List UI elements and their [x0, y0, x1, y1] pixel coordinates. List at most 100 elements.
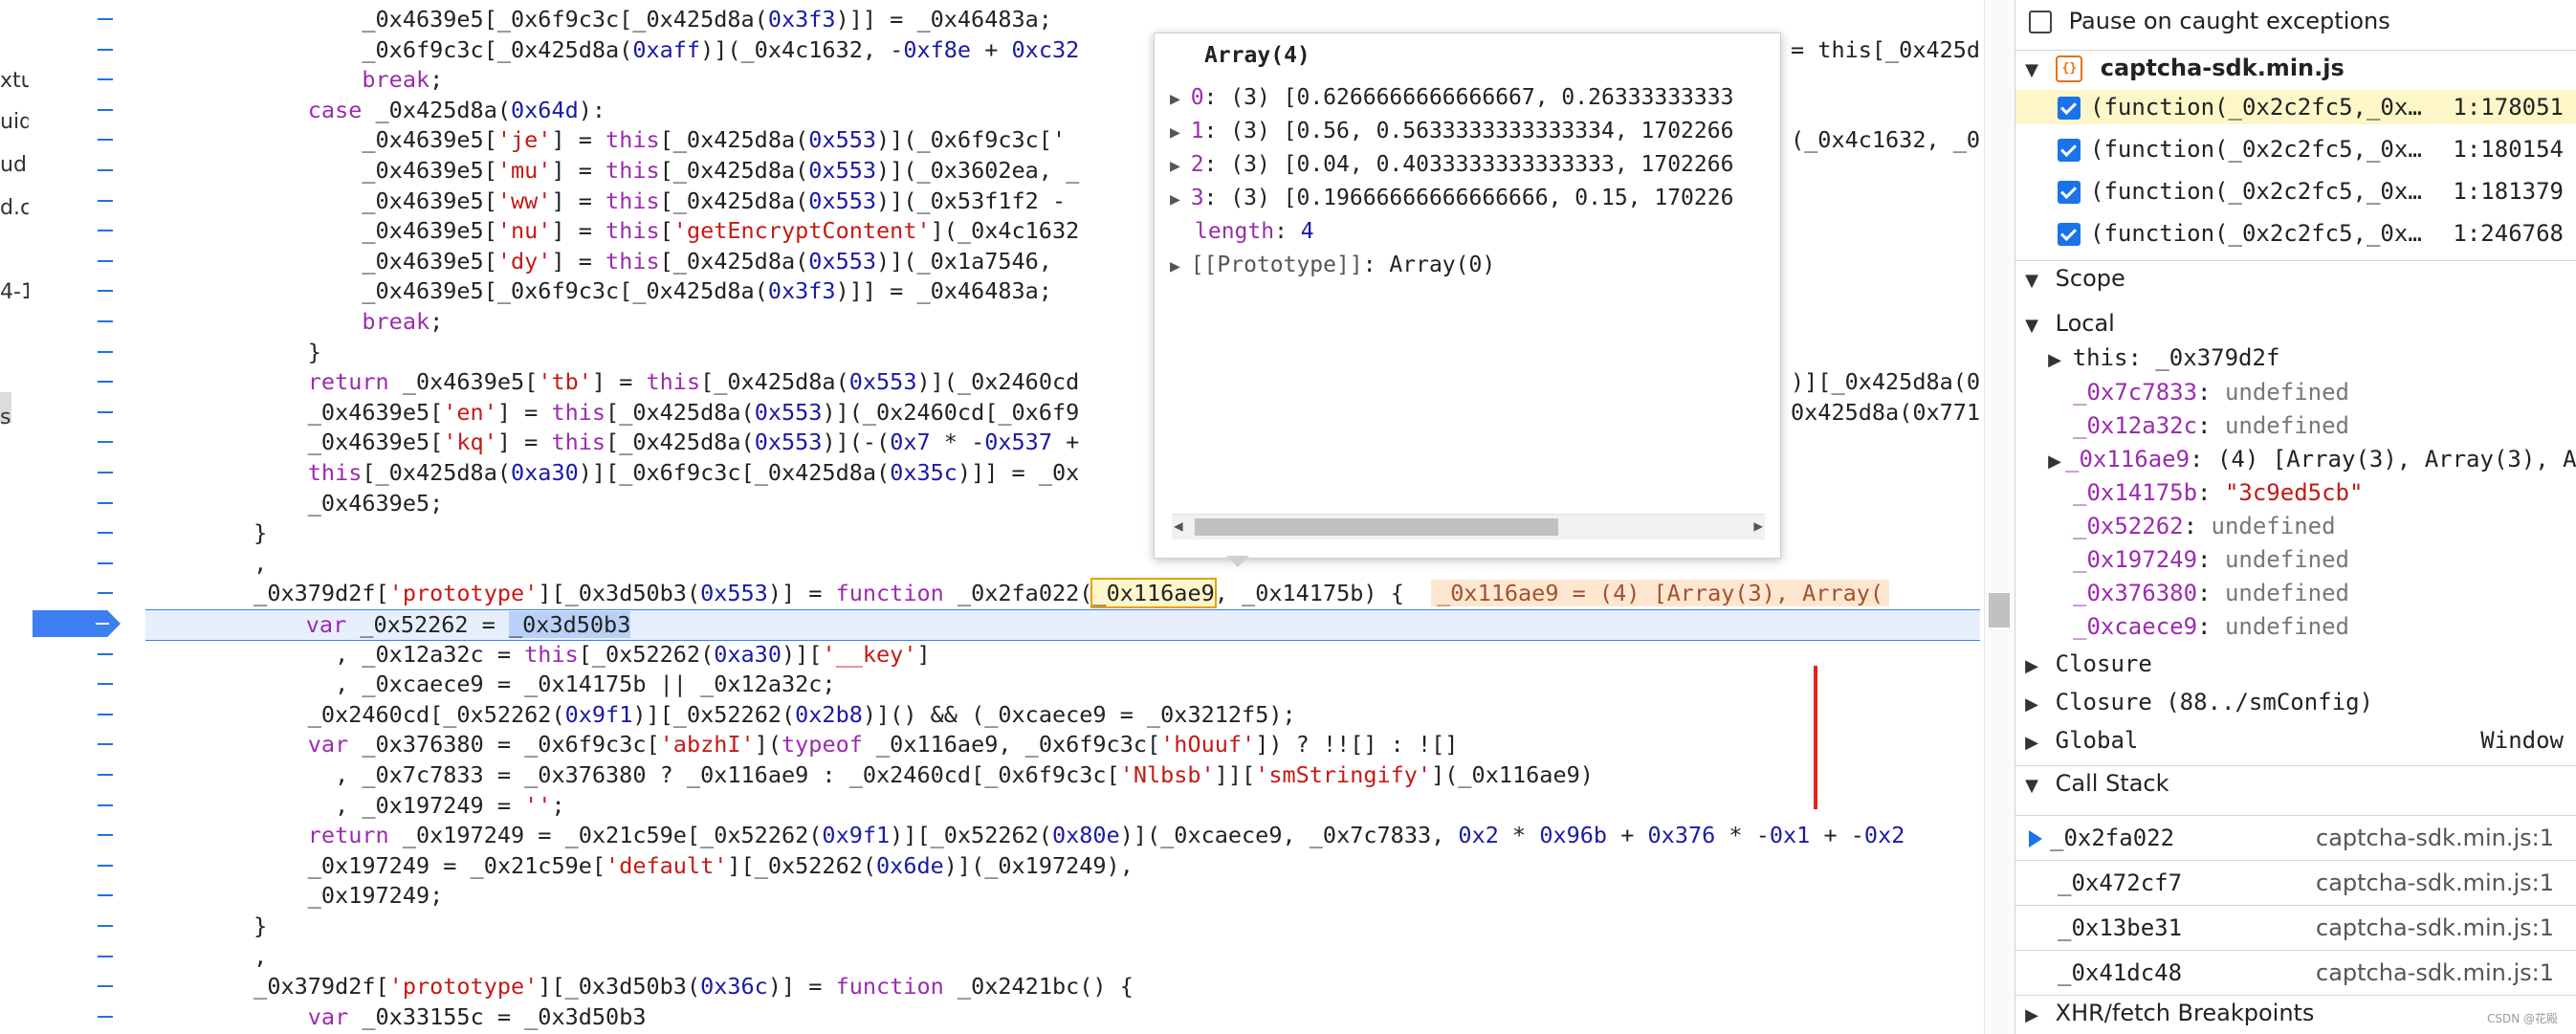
popup-horizontal-scrollbar[interactable]: ◀ ▶: [1172, 514, 1765, 539]
code-line[interactable]: var _0x376380 = _0x6f9c3c['abzhI'](typeo…: [145, 730, 1459, 759]
line-marker[interactable]: [98, 259, 113, 262]
code-line[interactable]: case _0x425d8a(0x64d):: [145, 96, 605, 125]
chevron-down-icon[interactable]: ▼: [2021, 54, 2042, 85]
code-line[interactable]: }: [145, 518, 267, 548]
line-marker[interactable]: [98, 410, 113, 413]
scroll-right-icon[interactable]: ▶: [1753, 517, 1763, 535]
file-tree-fragment[interactable]: uid: [0, 110, 33, 134]
code-line[interactable]: , _0xcaece9 = _0x14175b || _0x12a32c;: [145, 670, 836, 699]
scroll-left-icon[interactable]: ◀: [1174, 517, 1183, 535]
line-marker[interactable]: [98, 350, 113, 353]
code-line[interactable]: _0x4639e5['nu'] = this['getEncryptConten…: [145, 216, 1079, 246]
expand-triangle-icon[interactable]: ▶: [1170, 156, 1191, 176]
code-line[interactable]: _0x197249;: [145, 881, 444, 911]
breakpoint-row[interactable]: (function(_0x2c2fc5,_0x… 1:180154: [2015, 132, 2576, 166]
chevron-right-icon[interactable]: ▶: [2044, 343, 2065, 375]
line-marker[interactable]: [98, 108, 113, 111]
scope-variable-row[interactable]: _0x7c7833: undefined: [2015, 375, 2576, 409]
call-stack-frame[interactable]: _0x41dc48 captcha-sdk.min.js:1: [2015, 950, 2576, 995]
chevron-down-icon[interactable]: ▼: [2021, 769, 2042, 801]
line-marker[interactable]: [98, 834, 113, 837]
code-line[interactable]: _0x6f9c3c[_0x425d8a(0xaff)](_0x4c1632, -…: [145, 35, 1079, 65]
call-stack-frame[interactable]: _0x2fa022 captcha-sdk.min.js:1: [2015, 815, 2576, 860]
code-line[interactable]: _0x4639e5['ww'] = this[_0x425d8a(0x553)]…: [145, 187, 1066, 216]
code-line[interactable]: }: [145, 912, 267, 941]
line-marker[interactable]: [98, 592, 113, 595]
array-entry-row[interactable]: ▶ 2: (3) [0.04, 0.4033333333333333, 1702…: [1170, 148, 1733, 181]
line-marker[interactable]: [98, 169, 113, 171]
chevron-down-icon[interactable]: ▼: [2021, 309, 2042, 341]
line-marker[interactable]: [98, 985, 113, 988]
line-marker[interactable]: [98, 561, 113, 564]
editor-vertical-scrollbar[interactable]: [1984, 0, 2014, 1034]
line-marker[interactable]: [98, 925, 113, 927]
scope-variable-row[interactable]: _0x197249: undefined: [2015, 542, 2576, 577]
line-marker[interactable]: [98, 1015, 113, 1018]
expand-triangle-icon[interactable]: ▶: [1170, 89, 1191, 109]
breakpoint-row[interactable]: (function(_0x2c2fc5,_0x… 1:246768: [2015, 216, 2576, 251]
scope-variable-row[interactable]: ▶ _0x116ae9: (4) [Array(3), Array(3), A: [2015, 442, 2576, 476]
line-marker[interactable]: [98, 774, 113, 776]
expand-triangle-icon[interactable]: ▶: [1170, 256, 1191, 276]
line-marker[interactable]: [98, 472, 113, 473]
line-marker[interactable]: [98, 864, 113, 867]
array-entry-row[interactable]: ▶ 1: (3) [0.56, 0.5633333333333334, 1702…: [1170, 115, 1733, 147]
breakpoint-checkbox[interactable]: [2058, 97, 2081, 120]
breakpoint-row[interactable]: (function(_0x2c2fc5,_0x… 1:178051: [2015, 90, 2576, 124]
chevron-down-icon[interactable]: ▼: [2021, 264, 2042, 296]
expand-triangle-icon[interactable]: ▶: [1170, 122, 1191, 143]
scope-section-header[interactable]: ▼ Scope: [2015, 260, 2576, 296]
breakpoint-checkbox[interactable]: [2058, 181, 2081, 204]
file-tree-fragment[interactable]: ud: [0, 153, 27, 177]
scope-variable-row[interactable]: _0xcaece9: undefined: [2015, 609, 2576, 644]
array-entry-row[interactable]: ▶ 3: (3) [0.19666666666666666, 0.15, 170…: [1170, 182, 1733, 214]
line-marker[interactable]: [98, 18, 113, 20]
pause-caught-exceptions-row[interactable]: Pause on caught exceptions: [2015, 4, 2576, 38]
code-line[interactable]: break;: [145, 65, 443, 95]
line-marker[interactable]: [98, 48, 113, 51]
hovered-variable[interactable]: _0x116ae9: [1090, 578, 1217, 609]
variable-hover-popup[interactable]: Array(4) ◀ ▶ ▶ 0: (3) [0.626666666666666…: [1154, 33, 1781, 559]
pause-caught-checkbox[interactable]: [2029, 11, 2052, 33]
code-line[interactable]: _0x4639e5['kq'] = this[_0x425d8a(0x553)]…: [145, 428, 1080, 457]
call-stack-frame[interactable]: _0x13be31 captcha-sdk.min.js:1: [2015, 905, 2576, 950]
line-marker[interactable]: [98, 139, 113, 142]
line-marker[interactable]: [98, 894, 113, 897]
line-marker[interactable]: [98, 230, 113, 232]
breakpoint-file-header[interactable]: ▼ {} captcha-sdk.min.js: [2015, 50, 2576, 85]
current-execution-line[interactable]: var _0x52262 = _0x3d50b3: [145, 609, 1980, 641]
file-tree-fragment[interactable]: s: [0, 406, 11, 429]
expand-triangle-icon[interactable]: ▶: [1170, 189, 1191, 209]
closure-scope-row[interactable]: ▶ Closure: [2015, 647, 2576, 681]
code-line[interactable]: var _0x33155c = _0x3d50b3: [145, 1002, 647, 1032]
scope-this-row[interactable]: ▶ this: _0x379d2f: [2015, 341, 2576, 375]
closure-smconfig-row[interactable]: ▶ Closure (88../smConfig): [2015, 685, 2576, 719]
file-tree-fragment[interactable]: d.c: [0, 196, 32, 220]
code-token[interactable]: _0x3d50b3: [509, 611, 631, 638]
global-scope-row[interactable]: ▶ Global Window: [2015, 723, 2576, 758]
code-line[interactable]: _0x379d2f['prototype'][_0x3d50b3(0x36c)]…: [145, 972, 1134, 1001]
line-marker[interactable]: [98, 803, 113, 806]
code-line[interactable]: _0x4639e5[_0x6f9c3c[_0x425d8a(0x3f3)]] =…: [145, 5, 1052, 34]
array-entry-row[interactable]: ▶ 0: (3) [0.6266666666666667, 0.26333333…: [1170, 81, 1733, 114]
code-line[interactable]: _0x4639e5['en'] = this[_0x425d8a(0x553)]…: [145, 398, 1080, 428]
line-marker[interactable]: [98, 955, 113, 957]
breakpoint-row[interactable]: (function(_0x2c2fc5,_0x… 1:181379: [2015, 174, 2576, 209]
code-line[interactable]: this[_0x425d8a(0xa30)][_0x6f9c3c[_0x425d…: [145, 458, 1080, 488]
code-line[interactable]: , _0x197249 = '';: [145, 791, 565, 821]
scope-variable-row[interactable]: _0x376380: undefined: [2015, 576, 2576, 610]
scope-variable-row[interactable]: _0x12a32c: undefined: [2015, 408, 2576, 443]
line-marker[interactable]: [98, 713, 113, 715]
breakpoint-checkbox[interactable]: [2058, 139, 2081, 162]
code-line[interactable]: }: [145, 338, 321, 367]
code-line[interactable]: , _0x7c7833 = _0x376380 ? _0x116ae9 : _0…: [145, 760, 1594, 790]
code-line[interactable]: _0x4639e5['je'] = this[_0x425d8a(0x553)]…: [145, 125, 1066, 155]
chevron-right-icon[interactable]: ▶: [2021, 688, 2042, 719]
paused-line-breakpoint-marker[interactable]: [33, 610, 121, 637]
code-line[interactable]: _0x2460cd[_0x52262(0x9f1)][_0x52262(0x2b…: [145, 700, 1296, 730]
code-line[interactable]: return _0x197249 = _0x21c59e[_0x52262(0x…: [145, 821, 1905, 850]
local-scope-header[interactable]: ▼ Local: [2015, 306, 2576, 341]
line-marker[interactable]: [98, 78, 113, 81]
line-marker[interactable]: [98, 441, 113, 444]
call-stack-frame[interactable]: _0x472cf7 captcha-sdk.min.js:1: [2015, 860, 2576, 905]
